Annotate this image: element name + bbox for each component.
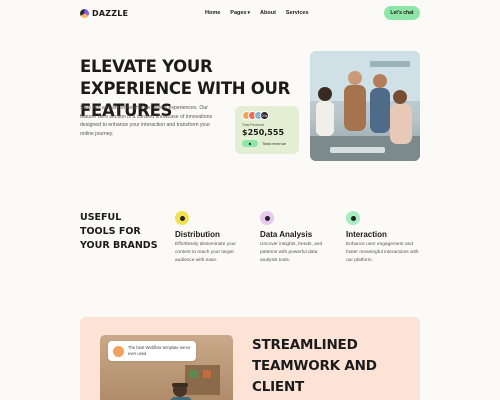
avatar-count-badge: 20k <box>260 111 269 120</box>
logo-text: DAZZLE <box>92 8 129 18</box>
hero-team-photo <box>310 51 420 161</box>
features-title: USEFUL TOOLS FOR YOUR BRANDS <box>80 212 158 251</box>
avatar <box>113 345 124 357</box>
feature-name: Data Analysis <box>260 230 313 239</box>
lets-chat-button[interactable]: Let's chat <box>384 6 420 20</box>
feature-name: Interaction <box>346 230 387 239</box>
avatar-group: 20k <box>242 111 292 120</box>
feature-data-analysis: Data Analysis Uncover insights, trends, … <box>260 211 335 265</box>
revenue-small-label: Total Revenue <box>242 123 265 127</box>
interaction-icon <box>346 211 360 225</box>
revenue-icon-button[interactable]: ■ <box>242 140 258 147</box>
nav-link-about[interactable]: About <box>260 10 276 16</box>
feature-name: Distribution <box>175 230 220 239</box>
chevron-down-icon: ▾ <box>247 10 251 16</box>
nav-link-home[interactable]: Home <box>205 10 220 16</box>
logo[interactable]: DAZZLE <box>80 8 129 18</box>
revenue-row: ■ Total revenue <box>242 140 292 147</box>
feature-interaction: Interaction Enhance user engagement and … <box>346 211 421 265</box>
feature-description: Enhance user engagement and foster meani… <box>346 242 419 263</box>
revenue-amount: $250,555 <box>242 128 285 137</box>
hero-description: Step into a realm of heightened digital … <box>80 105 213 137</box>
feature-description: Effortlessly disseminate your content to… <box>175 242 236 263</box>
teamwork-section: The best Webflow template we've ever use… <box>80 317 420 400</box>
revenue-label: Total revenue <box>262 141 287 146</box>
distribution-icon <box>175 211 189 225</box>
feature-distribution: Distribution Effortlessly disseminate yo… <box>175 211 250 265</box>
review-text: The best Webflow template we've ever use… <box>128 345 191 356</box>
data-analysis-icon <box>260 211 274 225</box>
team-photo-illustration <box>310 51 420 161</box>
nav-links: Home Pages ▾ About Services <box>205 10 309 16</box>
teamwork-title: STREAMLINED TEAMWORK AND CLIENT ENGAGEME… <box>252 337 377 395</box>
revenue-card: 20k Total Revenue $250,555 ■ Total reven… <box>235 106 299 154</box>
nav-link-services[interactable]: Services <box>286 10 309 16</box>
feature-description: Uncover insights, trends, and patterns w… <box>260 242 323 263</box>
nav-link-pages-label: Pages <box>230 10 247 16</box>
review-card: The best Webflow template we've ever use… <box>108 341 196 361</box>
top-nav: DAZZLE Home Pages ▾ About Services Let's … <box>80 5 420 21</box>
nav-link-pages[interactable]: Pages ▾ <box>230 10 250 16</box>
logo-icon <box>80 8 89 18</box>
